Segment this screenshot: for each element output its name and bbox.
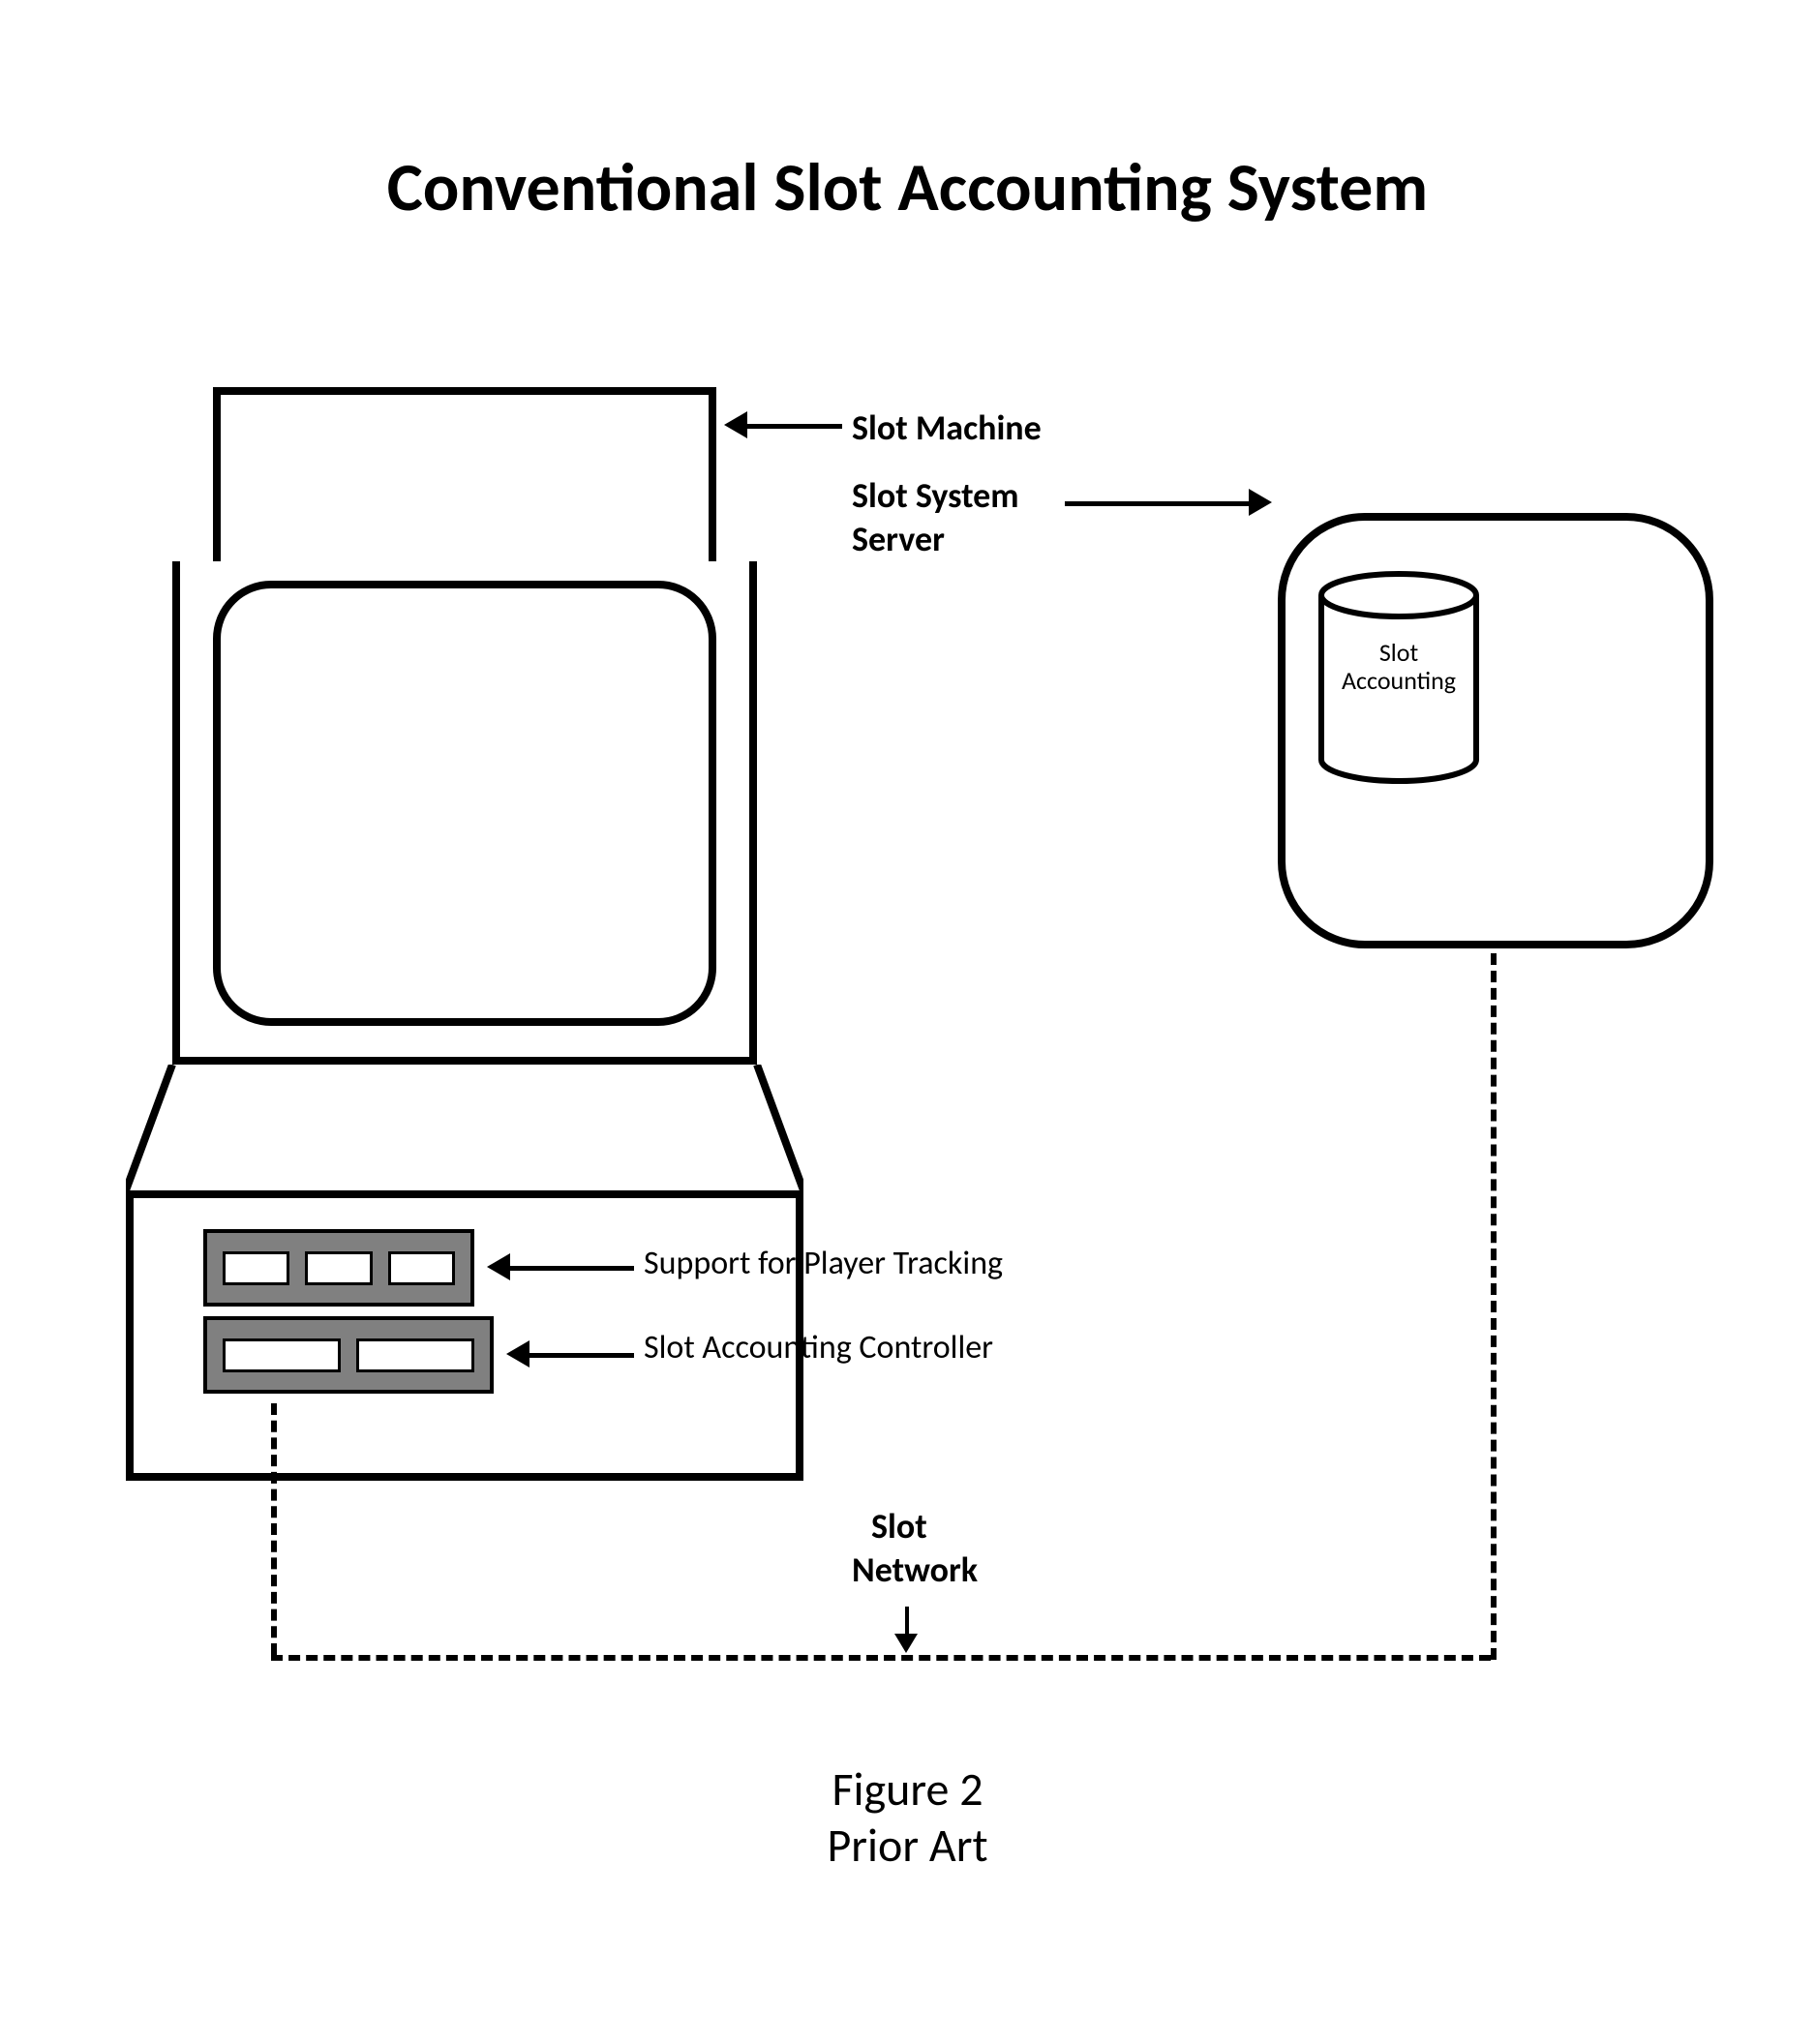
diagram-canvas: Conventional Slot Accounting System bbox=[0, 0, 1815, 2044]
label-server-line1: Slot System bbox=[852, 474, 1019, 517]
arrow-line bbox=[1065, 501, 1249, 506]
player-tracking-board bbox=[203, 1229, 474, 1307]
arrowhead-left-icon bbox=[724, 411, 747, 438]
arrowhead-down-icon bbox=[894, 1634, 918, 1653]
figure-subcaption: Prior Art bbox=[827, 1817, 987, 1874]
arrowhead-right-icon bbox=[1249, 489, 1272, 516]
label-player-tracking: Support for Player Tracking bbox=[644, 1244, 1003, 1283]
arrowhead-left-icon bbox=[506, 1340, 529, 1368]
arrowhead-left-icon bbox=[487, 1253, 510, 1280]
controller-boards bbox=[203, 1229, 494, 1403]
network-line bbox=[271, 1655, 1491, 1661]
network-line bbox=[271, 1403, 277, 1655]
arrow-line bbox=[905, 1607, 909, 1636]
chip-icon bbox=[388, 1251, 455, 1285]
db-label-line2: Accounting bbox=[1342, 665, 1456, 696]
chip-icon bbox=[223, 1251, 289, 1285]
chip-icon bbox=[223, 1338, 341, 1372]
figure-caption: Figure 2 Prior Art bbox=[0, 1761, 1815, 1873]
slot-machine-screen bbox=[213, 581, 716, 1026]
arrow-line bbox=[745, 424, 842, 429]
db-label-line1: Slot bbox=[1379, 637, 1418, 668]
label-slot-accounting-controller: Slot Accounting Controller bbox=[644, 1328, 993, 1368]
chip-icon bbox=[305, 1251, 372, 1285]
diagram-title: Conventional Slot Accounting System bbox=[0, 145, 1815, 228]
chip-icon bbox=[356, 1338, 474, 1372]
slot-machine-top bbox=[213, 387, 716, 561]
label-server-line2: Server bbox=[852, 518, 945, 560]
network-line bbox=[1491, 953, 1497, 1660]
slot-accounting-board bbox=[203, 1316, 494, 1394]
database-label: Slot Accounting bbox=[1316, 639, 1481, 694]
arrow-line bbox=[528, 1353, 634, 1358]
label-network-line2: Network bbox=[852, 1548, 978, 1591]
label-slot-machine: Slot Machine bbox=[852, 406, 1042, 449]
arrow-line bbox=[508, 1266, 634, 1271]
label-network-line1: Slot bbox=[871, 1505, 927, 1548]
figure-number: Figure 2 bbox=[832, 1760, 983, 1818]
